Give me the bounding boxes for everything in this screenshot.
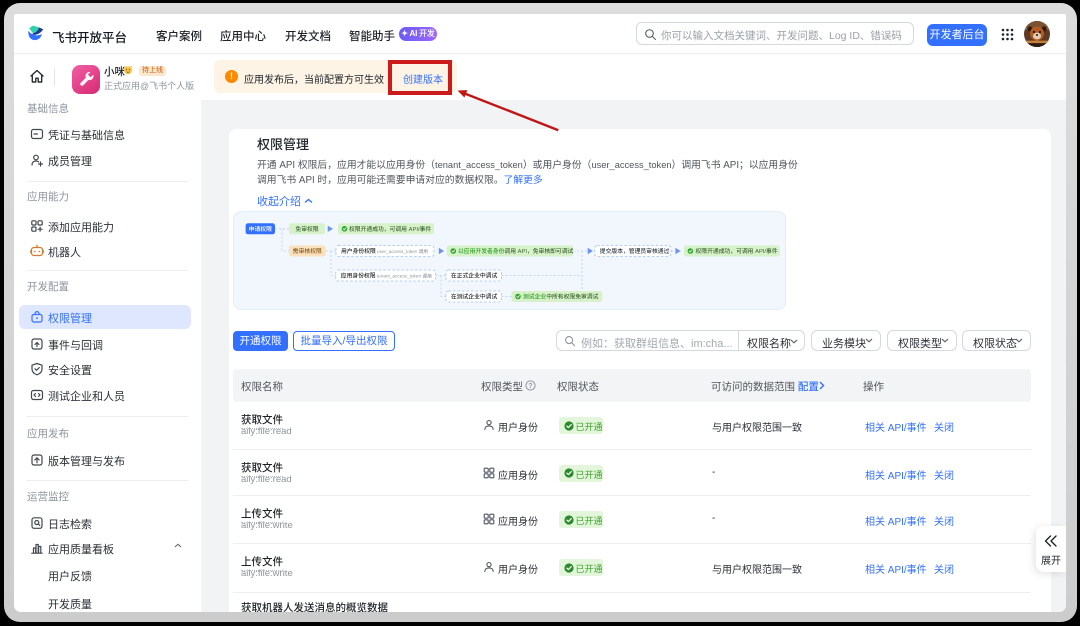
- svg-text:免审权限: 免审权限: [295, 225, 318, 233]
- svg-text:测试企业中所有权限免审调试: 测试企业中所有权限免审调试: [523, 293, 599, 301]
- svg-text:权限开通成功，可调用 API/事件: 权限开通成功，可调用 API/事件: [696, 247, 778, 255]
- svg-text:用户身份权限: 用户身份权限: [341, 247, 376, 255]
- svg-text:user_access_token 调用: user_access_token 调用: [377, 248, 428, 255]
- svg-text:应用身份权限: 应用身份权限: [341, 272, 376, 280]
- svg-text:提交版本，管理员审核通过: 提交版本，管理员审核通过: [600, 247, 670, 255]
- svg-text:?: ?: [528, 383, 532, 390]
- svg-text:在正式企业中调试: 在正式企业中调试: [451, 272, 498, 280]
- svg-text:需审核权限: 需审核权限: [293, 247, 322, 255]
- svg-text:tenant_access_token 调用: tenant_access_token 调用: [377, 273, 432, 280]
- svg-text:在测试企业中调试: 在测试企业中调试: [451, 293, 498, 301]
- svg-text:权限开通成功，可调用 API/事件: 权限开通成功，可调用 API/事件: [349, 225, 431, 233]
- svg-text:以应用开发者身份调用 API，免审核即可调试: 以应用开发者身份调用 API，免审核即可调试: [458, 247, 574, 255]
- svg-text:申请权限: 申请权限: [249, 225, 272, 233]
